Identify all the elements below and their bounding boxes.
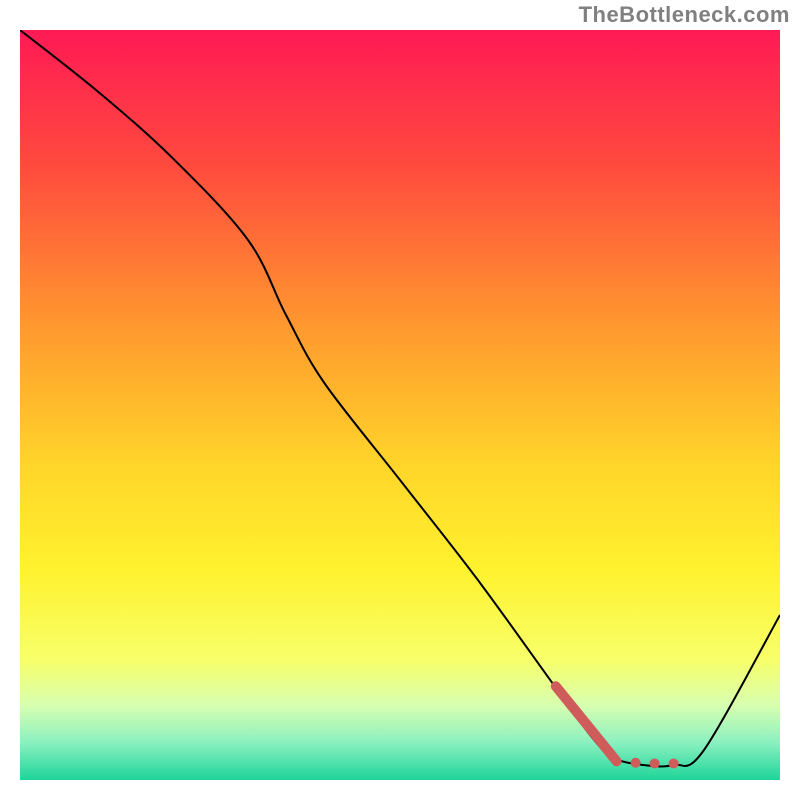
highlight-layer <box>20 30 780 780</box>
highlight-dots <box>612 756 679 768</box>
highlight-dot <box>669 759 679 769</box>
highlight-segment <box>556 686 617 761</box>
watermark-text: TheBottleneck.com <box>579 2 790 28</box>
highlight-dot <box>650 759 660 769</box>
highlight-dot <box>612 756 622 766</box>
bottleneck-chart: TheBottleneck.com <box>0 0 800 800</box>
plot-area <box>20 30 780 780</box>
highlight-dot <box>631 758 641 768</box>
